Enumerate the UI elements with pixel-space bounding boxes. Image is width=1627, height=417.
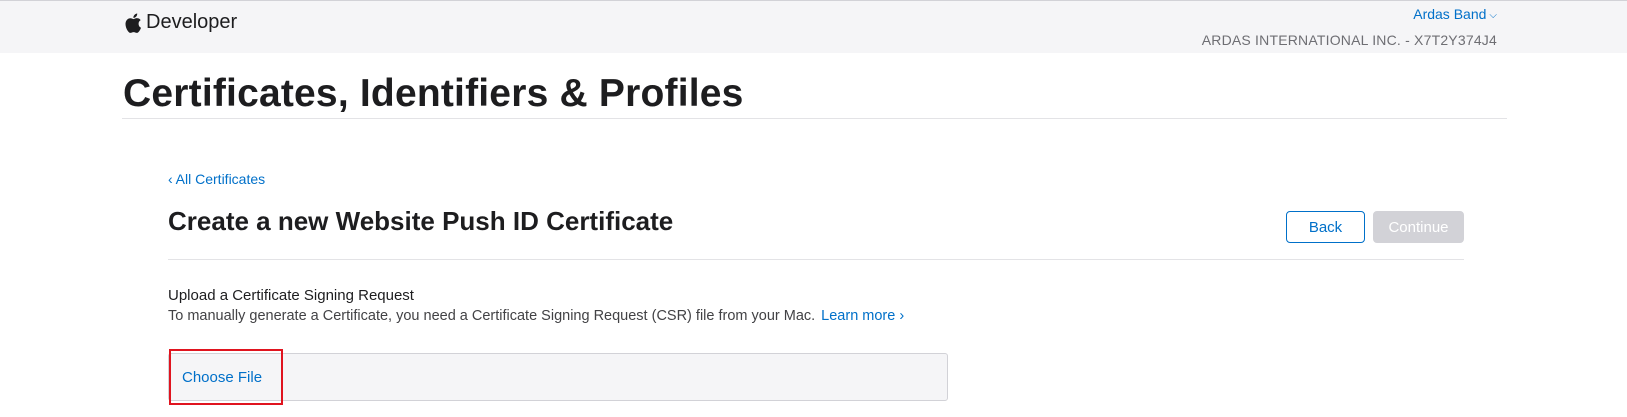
learn-more-link[interactable]: Learn more › bbox=[821, 308, 904, 324]
file-upload-field[interactable] bbox=[168, 353, 948, 401]
upload-description-text: To manually generate a Certificate, you … bbox=[168, 308, 816, 324]
apple-logo-icon bbox=[125, 13, 141, 33]
developer-brand-link[interactable]: Developer bbox=[124, 11, 237, 34]
section-divider bbox=[168, 259, 1464, 260]
all-certificates-link[interactable]: ‹ All Certificates bbox=[168, 171, 265, 187]
upload-description: To manually generate a Certificate, you … bbox=[168, 308, 904, 324]
brand-label: Developer bbox=[146, 11, 238, 33]
continue-button[interactable]: Continue bbox=[1373, 211, 1464, 243]
upload-heading: Upload a Certificate Signing Request bbox=[168, 287, 414, 304]
user-name: Ardas Band bbox=[1413, 6, 1487, 22]
top-nav-bar: Developer Ardas Band ⌵ ARDAS INTERNATIONA… bbox=[0, 0, 1627, 53]
chevron-down-icon: ⌵ bbox=[1489, 10, 1497, 21]
all-certificates-label: All Certificates bbox=[175, 171, 266, 187]
chevron-left-icon: ‹ bbox=[168, 171, 173, 187]
section-title: Create a new Website Push ID Certificate bbox=[168, 206, 674, 236]
page-title: Certificates, Identifiers & Profiles bbox=[123, 72, 744, 115]
choose-file-button[interactable]: Choose File bbox=[169, 349, 283, 405]
team-label: ARDAS INTERNATIONAL INC. - X7T2Y374J4 bbox=[1201, 32, 1497, 48]
title-divider bbox=[122, 118, 1507, 119]
user-menu-button[interactable]: Ardas Band ⌵ bbox=[1202, 5, 1497, 26]
account-menu: Ardas Band ⌵ ARDAS INTERNATIONAL INC. - X… bbox=[1202, 5, 1497, 49]
back-button[interactable]: Back bbox=[1286, 211, 1365, 243]
